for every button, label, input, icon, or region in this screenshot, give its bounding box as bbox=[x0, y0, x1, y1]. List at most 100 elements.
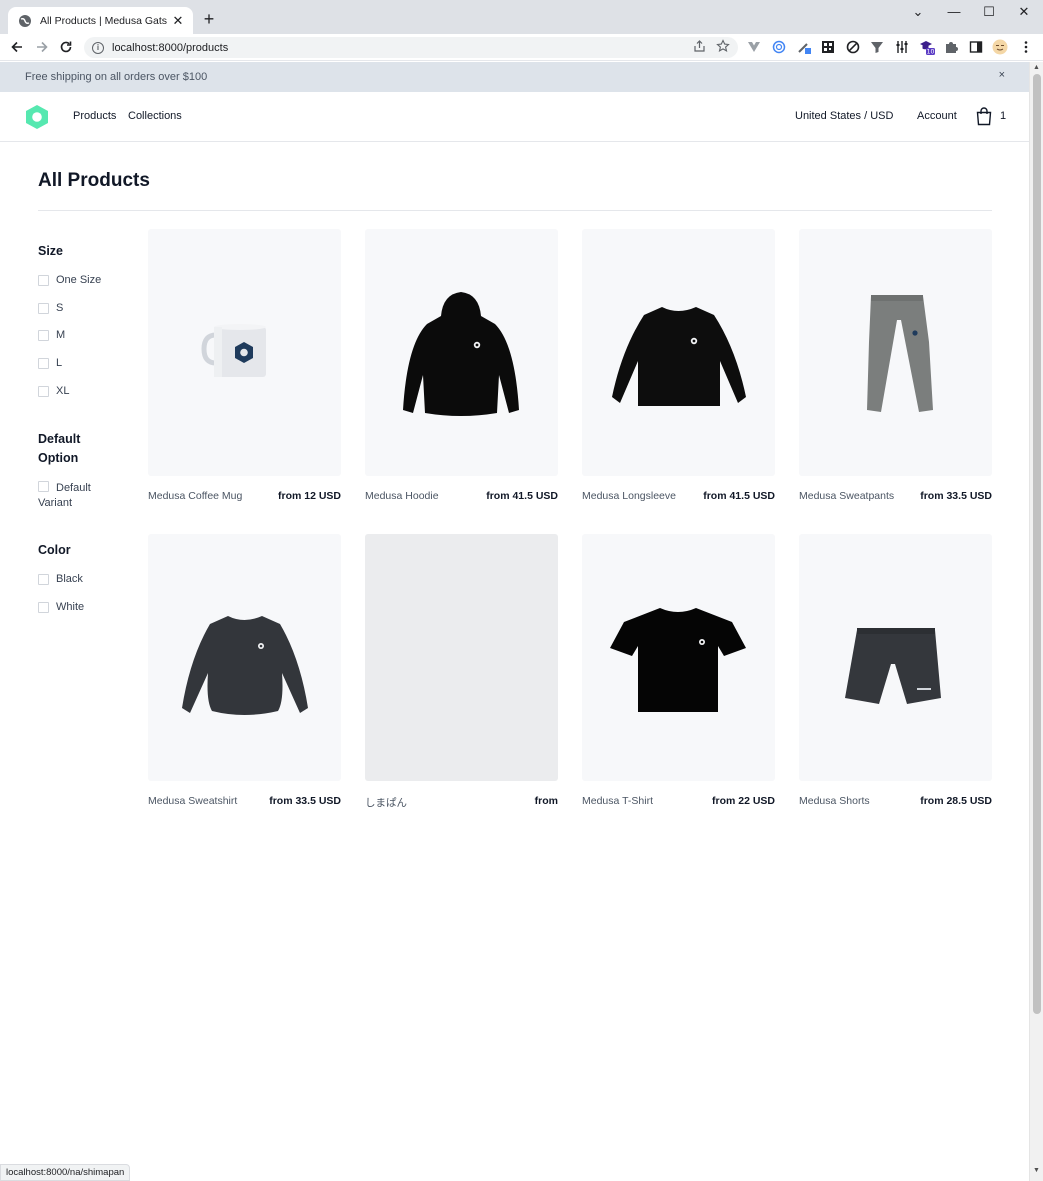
filter-option-black[interactable]: Black bbox=[38, 572, 118, 587]
page-title: All Products bbox=[38, 170, 150, 191]
product-card-hoodie[interactable]: Medusa Hoodie from 41.5 USD bbox=[365, 229, 558, 502]
shorts-illustration bbox=[845, 628, 941, 704]
side-panel-icon[interactable] bbox=[968, 39, 984, 55]
checkbox[interactable] bbox=[38, 386, 49, 397]
extension-ring-icon[interactable] bbox=[771, 39, 787, 55]
cart-count[interactable]: 1 bbox=[1000, 110, 1006, 122]
product-name[interactable]: しまぱん bbox=[365, 795, 407, 810]
forward-icon[interactable] bbox=[33, 37, 51, 57]
globe-icon bbox=[19, 14, 31, 27]
checkbox[interactable] bbox=[38, 303, 49, 314]
back-icon[interactable] bbox=[8, 37, 26, 57]
tab-close-icon[interactable]: ✕ bbox=[171, 13, 185, 29]
profile-avatar-icon[interactable] bbox=[992, 39, 1008, 55]
product-card-longsleeve[interactable]: Medusa Longsleeve from 41.5 USD bbox=[582, 229, 775, 502]
checkbox[interactable] bbox=[38, 574, 49, 585]
product-card-coffee-mug[interactable]: Medusa Coffee Mug from 12 USD bbox=[148, 229, 341, 502]
medusa-logo-icon[interactable] bbox=[25, 104, 49, 130]
product-name[interactable]: Medusa Coffee Mug bbox=[148, 490, 242, 502]
product-image[interactable] bbox=[148, 229, 341, 476]
color-picker-icon[interactable] bbox=[796, 39, 812, 55]
product-card-sweatpants[interactable]: Medusa Sweatpants from 33.5 USD bbox=[799, 229, 992, 502]
product-card-tshirt[interactable]: Medusa T-Shirt from 22 USD bbox=[582, 534, 775, 807]
product-card-shimapan[interactable]: しまぱん from bbox=[365, 534, 558, 810]
page-scrollbar[interactable]: ▲ ▼ bbox=[1029, 62, 1043, 1181]
sliders-icon[interactable] bbox=[894, 39, 910, 55]
minimize-icon[interactable]: — bbox=[944, 4, 964, 20]
product-meta: Medusa Sweatpants from 33.5 USD bbox=[799, 490, 992, 502]
product-price: from 41.5 USD bbox=[703, 490, 775, 502]
longsleeve-illustration bbox=[612, 307, 746, 406]
browser-menu-icon[interactable] bbox=[1018, 39, 1034, 55]
product-meta: Medusa T-Shirt from 22 USD bbox=[582, 795, 775, 807]
share-icon[interactable] bbox=[691, 38, 707, 54]
checkbox[interactable] bbox=[38, 481, 49, 492]
product-price: from 28.5 USD bbox=[920, 795, 992, 807]
vue-devtools-icon[interactable] bbox=[746, 39, 762, 55]
product-image-placeholder[interactable] bbox=[365, 534, 558, 781]
product-card-shorts[interactable]: Medusa Shorts from 28.5 USD bbox=[799, 534, 992, 807]
window-close-icon[interactable]: ✕ bbox=[1014, 4, 1034, 20]
banner-close-icon[interactable]: × bbox=[999, 69, 1005, 81]
bookmark-star-icon[interactable] bbox=[715, 38, 731, 54]
product-price: from 33.5 USD bbox=[269, 795, 341, 807]
product-card-sweatshirt[interactable]: Medusa Sweatshirt from 33.5 USD bbox=[148, 534, 341, 807]
filter-option-label: Black bbox=[56, 573, 83, 585]
checkbox[interactable] bbox=[38, 275, 49, 286]
product-name[interactable]: Medusa Shorts bbox=[799, 795, 870, 807]
block-icon[interactable] bbox=[845, 39, 861, 55]
filter-option-label: One Size bbox=[56, 274, 102, 286]
site-info-icon[interactable]: i bbox=[92, 41, 104, 54]
checkbox[interactable] bbox=[38, 358, 49, 369]
filter-color-title: Color bbox=[38, 543, 71, 557]
nav-collections-link[interactable]: Collections bbox=[128, 110, 182, 122]
browser-tab[interactable]: All Products | Medusa Gatsby Sta ✕ bbox=[8, 7, 193, 34]
tab-search-icon[interactable]: ⌄ bbox=[908, 4, 928, 20]
filter-option-s[interactable]: S bbox=[38, 301, 118, 316]
filter-option-m[interactable]: M bbox=[38, 328, 118, 343]
filter-option-l[interactable]: L bbox=[38, 356, 118, 371]
product-name[interactable]: Medusa Sweatpants bbox=[799, 490, 894, 502]
filter-option-white[interactable]: White bbox=[38, 600, 118, 615]
scroll-thumb[interactable] bbox=[1033, 74, 1041, 1014]
link-status-bar: localhost:8000/na/shimapan bbox=[0, 1164, 131, 1181]
scroll-down-icon[interactable]: ▼ bbox=[1033, 1167, 1040, 1174]
product-image[interactable] bbox=[799, 229, 992, 476]
graduation-cap-icon[interactable]: 10 bbox=[919, 39, 935, 55]
product-image[interactable] bbox=[148, 534, 341, 781]
filter-option-label: XL bbox=[56, 385, 70, 397]
product-image[interactable] bbox=[365, 229, 558, 476]
product-name[interactable]: Medusa T-Shirt bbox=[582, 795, 653, 807]
address-bar[interactable]: i localhost:8000/products bbox=[84, 37, 738, 58]
product-name[interactable]: Medusa Longsleeve bbox=[582, 490, 676, 502]
filter-size-title: Size bbox=[38, 244, 64, 258]
region-selector[interactable]: United States / USD bbox=[795, 110, 893, 122]
filter-option-one-size[interactable]: One Size bbox=[38, 273, 118, 288]
product-image[interactable] bbox=[582, 229, 775, 476]
product-name[interactable]: Medusa Hoodie bbox=[365, 490, 439, 502]
filter-option-label: White bbox=[56, 601, 85, 613]
account-link[interactable]: Account bbox=[917, 110, 957, 122]
checkbox[interactable] bbox=[38, 602, 49, 613]
new-tab-icon[interactable]: + bbox=[200, 9, 218, 29]
product-name[interactable]: Medusa Sweatshirt bbox=[148, 795, 237, 807]
funnel-icon[interactable] bbox=[869, 39, 885, 55]
scroll-up-icon[interactable]: ▲ bbox=[1033, 64, 1040, 71]
maximize-icon[interactable]: ☐ bbox=[979, 4, 999, 20]
filter-option-default-variant[interactable]: Default Variant bbox=[38, 479, 118, 511]
product-meta: Medusa Coffee Mug from 12 USD bbox=[148, 490, 341, 502]
filter-option-xl[interactable]: XL bbox=[38, 384, 118, 399]
extension-badge: 10 bbox=[927, 49, 935, 55]
product-price: from 22 USD bbox=[711, 795, 775, 807]
nav-products-link[interactable]: Products bbox=[73, 110, 116, 122]
product-price: from 12 USD bbox=[277, 490, 341, 502]
product-image[interactable] bbox=[799, 534, 992, 781]
checkbox[interactable] bbox=[38, 330, 49, 341]
product-meta: Medusa Longsleeve from 41.5 USD bbox=[582, 490, 775, 502]
puzzle-icon[interactable] bbox=[943, 39, 959, 55]
reload-icon[interactable] bbox=[57, 37, 75, 57]
sweatpants-illustration bbox=[867, 295, 933, 412]
qr-code-icon[interactable] bbox=[820, 39, 836, 55]
shopping-bag-icon[interactable] bbox=[975, 106, 993, 126]
product-image[interactable] bbox=[582, 534, 775, 781]
